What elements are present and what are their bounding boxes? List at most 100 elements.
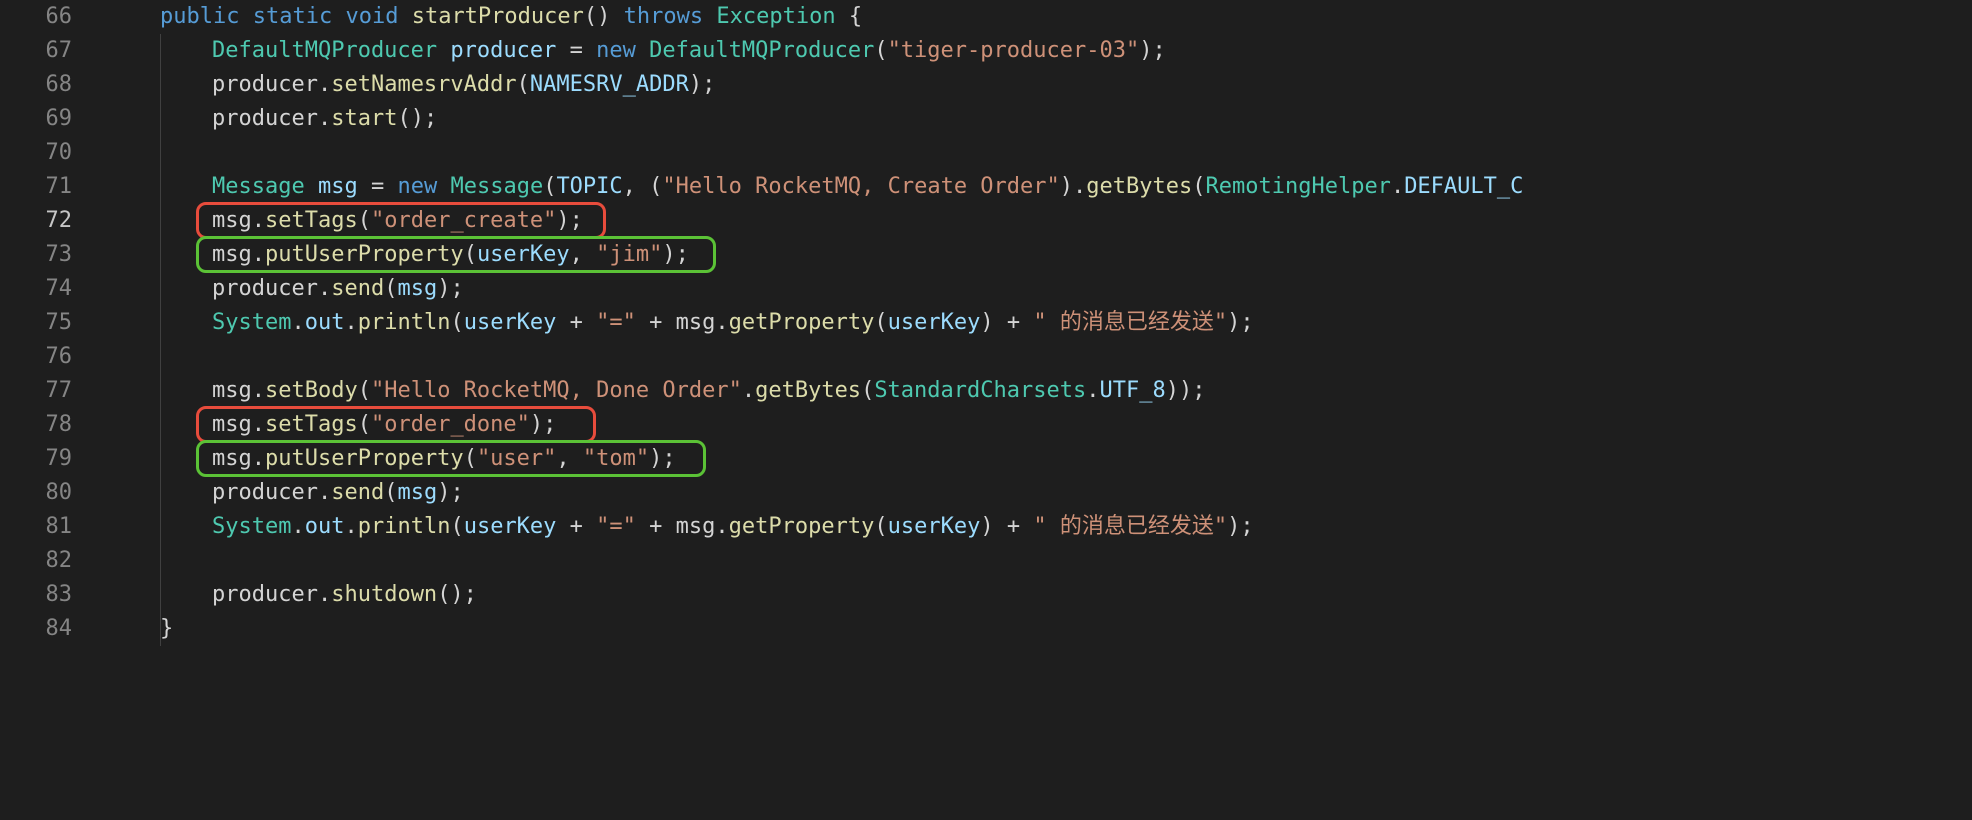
token-const: DEFAULT_C <box>1404 174 1523 199</box>
code-editor[interactable]: 66676869707172737475767778798081828384 p… <box>0 0 1972 820</box>
token-punc: )); <box>1166 378 1206 403</box>
token-punc: } <box>160 616 173 641</box>
code-line[interactable] <box>108 136 1972 170</box>
code-line[interactable]: producer.setNamesrvAddr(NAMESRV_ADDR); <box>108 68 1972 102</box>
token-punc: ( <box>874 38 887 63</box>
code-content: producer.send(msg); <box>108 476 464 510</box>
token-type: DefaultMQProducer <box>649 38 874 63</box>
token-type: System <box>212 514 291 539</box>
token-punc: ); <box>662 242 689 267</box>
indent-guide <box>160 170 161 204</box>
token-ident: producer <box>212 582 318 607</box>
token-punc: . <box>344 514 357 539</box>
token-punc <box>305 174 318 199</box>
token-fn: setTags <box>265 208 358 233</box>
token-punc: . <box>318 72 331 97</box>
token-punc: ( <box>464 446 477 471</box>
code-content: msg.setTags("order_create"); <box>108 204 583 238</box>
token-type: Exception <box>716 4 835 29</box>
token-punc: { <box>836 4 863 29</box>
line-number: 80 <box>0 476 72 510</box>
token-punc: . <box>291 310 304 335</box>
token-ident: producer <box>212 276 318 301</box>
token-punc: ( <box>384 480 397 505</box>
token-str: "=" <box>596 514 636 539</box>
token-str: "Hello RocketMQ, Create Order" <box>662 174 1059 199</box>
line-number: 83 <box>0 578 72 612</box>
code-line[interactable]: System.out.println(userKey + "=" + msg.g… <box>108 510 1972 544</box>
code-line[interactable]: msg.putUserProperty(userKey, "jim"); <box>108 238 1972 272</box>
indent-guide <box>160 272 161 306</box>
token-var: userKey <box>464 514 557 539</box>
token-punc: ); <box>1227 514 1254 539</box>
line-number: 79 <box>0 442 72 476</box>
line-number: 75 <box>0 306 72 340</box>
token-punc: ( <box>450 514 463 539</box>
code-line[interactable] <box>108 544 1972 578</box>
token-punc: ); <box>689 72 716 97</box>
token-const: UTF_8 <box>1099 378 1165 403</box>
line-number: 74 <box>0 272 72 306</box>
token-punc: ( <box>384 276 397 301</box>
code-line[interactable]: } <box>108 612 1972 646</box>
indent-guide <box>160 102 161 136</box>
indent-guide <box>160 578 161 612</box>
token-punc: . <box>742 378 755 403</box>
line-number: 70 <box>0 136 72 170</box>
line-number: 68 <box>0 68 72 102</box>
code-line[interactable]: public static void startProducer() throw… <box>108 0 1972 34</box>
code-content: msg.setBody("Hello RocketMQ, Done Order"… <box>108 374 1205 408</box>
token-fn: getBytes <box>755 378 861 403</box>
code-line[interactable]: msg.setTags("order_done"); <box>108 408 1972 442</box>
token-punc <box>703 4 716 29</box>
token-punc: , <box>570 242 597 267</box>
token-str: "=" <box>596 310 636 335</box>
token-punc: ); <box>1139 38 1166 63</box>
code-content: msg.setTags("order_done"); <box>108 408 556 442</box>
code-line[interactable]: Message msg = new Message(TOPIC, ("Hello… <box>108 170 1972 204</box>
token-punc <box>332 4 345 29</box>
code-content: System.out.println(userKey + "=" + msg.g… <box>108 510 1254 544</box>
code-line[interactable]: msg.setBody("Hello RocketMQ, Done Order"… <box>108 374 1972 408</box>
code-content: msg.putUserProperty("user", "tom"); <box>108 442 676 476</box>
token-punc: , <box>556 446 583 471</box>
code-line[interactable]: System.out.println(userKey + "=" + msg.g… <box>108 306 1972 340</box>
token-punc: ); <box>1227 310 1254 335</box>
line-number: 66 <box>0 0 72 34</box>
indent-guide <box>160 68 161 102</box>
code-line[interactable]: DefaultMQProducer producer = new Default… <box>108 34 1972 68</box>
code-line[interactable]: producer.shutdown(); <box>108 578 1972 612</box>
indent-guide <box>160 340 161 374</box>
code-line[interactable]: producer.start(); <box>108 102 1972 136</box>
code-line[interactable]: msg.setTags("order_create"); <box>108 204 1972 238</box>
indent-guide <box>160 306 161 340</box>
code-content: producer.setNamesrvAddr(NAMESRV_ADDR); <box>108 68 715 102</box>
token-ident: msg <box>676 514 716 539</box>
token-str: " 的消息已经发送" <box>1033 310 1227 335</box>
token-punc: + <box>556 514 596 539</box>
token-var: producer <box>450 38 556 63</box>
token-str: "tom" <box>583 446 649 471</box>
token-punc <box>636 38 649 63</box>
token-punc: . <box>1391 174 1404 199</box>
token-punc: + <box>556 310 596 335</box>
code-content: Message msg = new Message(TOPIC, ("Hello… <box>108 170 1523 204</box>
code-line[interactable] <box>108 340 1972 374</box>
line-number: 76 <box>0 340 72 374</box>
token-punc: ( <box>358 208 371 233</box>
token-type: Message <box>212 174 305 199</box>
indent-guide <box>160 374 161 408</box>
token-punc <box>437 174 450 199</box>
token-punc: . <box>344 310 357 335</box>
token-type: StandardCharsets <box>874 378 1086 403</box>
code-area[interactable]: public static void startProducer() throw… <box>100 0 1972 820</box>
token-str: "jim" <box>596 242 662 267</box>
token-kw: void <box>345 4 398 29</box>
token-punc: . <box>1086 378 1099 403</box>
token-var: userKey <box>464 310 557 335</box>
code-line[interactable]: msg.putUserProperty("user", "tom"); <box>108 442 1972 476</box>
token-type: Message <box>450 174 543 199</box>
code-content: public static void startProducer() throw… <box>108 0 862 34</box>
code-line[interactable]: producer.send(msg); <box>108 476 1972 510</box>
code-line[interactable]: producer.send(msg); <box>108 272 1972 306</box>
